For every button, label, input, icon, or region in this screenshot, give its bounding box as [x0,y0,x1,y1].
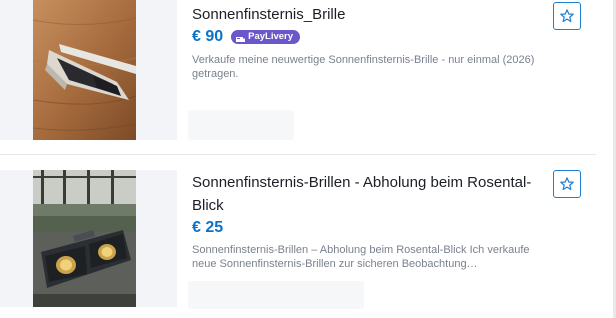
listing-price: € 90 [192,28,224,45]
listing-title[interactable]: Sonnenfinsternis-Brillen - Abholung beim… [192,171,532,217]
eclipse-glasses-on-table-image [33,0,136,140]
paylivery-badge-label: PayLivery [248,31,294,42]
listing-price: € 25 [192,219,224,236]
listing-description: Sonnenfinsternis-Brillen – Abholung beim… [192,244,530,270]
price-row: € 90 PayLivery [192,27,301,47]
star-outline-icon [560,177,574,191]
star-outline-icon [560,9,574,23]
loading-placeholder [188,281,364,309]
paylivery-icon [236,34,246,42]
listing-image[interactable] [33,0,136,140]
favorite-button[interactable] [553,170,581,198]
listing-image[interactable] [33,170,136,307]
listing-title[interactable]: Sonnenfinsternis_Brille [192,3,532,26]
listing-divider [0,154,596,155]
listing-description: Verkaufe meine neuwertige Sonnenfinstern… [192,54,535,80]
favorite-button[interactable] [553,2,581,30]
eclipse-glasses-window-image [33,170,136,307]
search-results-page: Sonnenfinsternis_Brille € 90 PayLivery V… [0,0,616,318]
price-row: € 25 [192,218,223,238]
listing-card[interactable]: Sonnenfinsternis_Brille € 90 PayLivery V… [0,0,598,155]
paylivery-badge: PayLivery [231,30,301,44]
loading-placeholder [188,110,294,140]
listing-card[interactable]: Sonnenfinsternis-Brillen - Abholung beim… [0,156,598,318]
